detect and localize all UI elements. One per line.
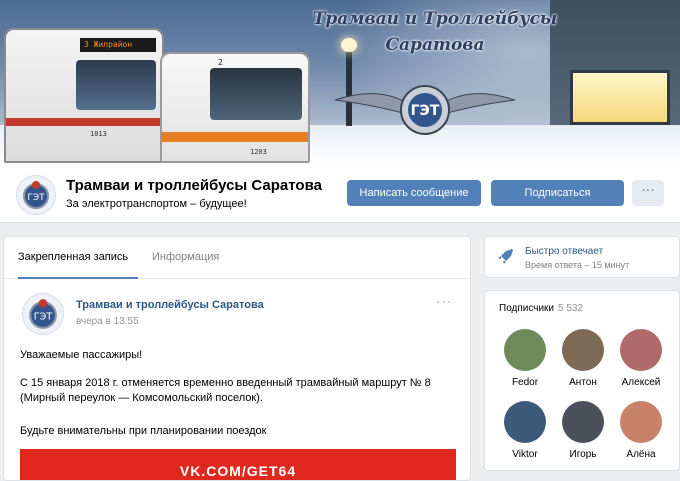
banner-title-line1: Трамваи и Троллейбусы xyxy=(312,9,558,29)
wall-tabs: Закрепленная запись Информация xyxy=(4,237,470,279)
subscribers-label: Подписчики xyxy=(499,303,555,314)
quick-reply-card: Быстро отвечает Время ответа – 15 минут xyxy=(484,236,680,278)
group-name: Трамваи и троллейбусы Саратова xyxy=(66,177,322,194)
trolley-windshield xyxy=(210,68,302,120)
trolley-stripe xyxy=(162,132,308,142)
svg-text:ГЭТ: ГЭТ xyxy=(34,311,53,322)
avatar xyxy=(562,401,604,443)
emblem-wings-icon: ГЭТ xyxy=(334,85,516,135)
group-status: За электротранспортом – будущее! xyxy=(66,198,247,210)
post-body: С 15 января 2018 г. отменяется временно … xyxy=(20,377,431,404)
subscriber[interactable]: Viktor xyxy=(495,401,555,460)
subscribe-button[interactable]: Подписаться xyxy=(491,180,624,206)
tram-windshield xyxy=(76,60,156,110)
avatar xyxy=(504,329,546,371)
trolley-number: 1203 xyxy=(250,148,267,156)
group-logo[interactable]: ГЭТ xyxy=(16,175,56,215)
subscriber[interactable]: Антон xyxy=(553,329,613,388)
more-actions-button[interactable]: ··· xyxy=(632,180,664,206)
tram-number: 1013 xyxy=(90,130,107,138)
svg-text:ГЭТ: ГЭТ xyxy=(27,193,45,203)
post-more-icon[interactable]: ··· xyxy=(436,295,452,311)
avatar xyxy=(504,401,546,443)
tram-stripe xyxy=(6,118,162,126)
post-greeting: Уважаемые пассажиры! xyxy=(20,349,143,361)
tab-info[interactable]: Информация xyxy=(152,251,219,263)
avatar xyxy=(620,329,662,371)
subscriber-name: Антон xyxy=(569,377,597,388)
quick-reply-title: Быстро отвечает xyxy=(525,246,604,257)
banner-title-line2: Саратова xyxy=(385,35,485,55)
quick-reply-subtitle: Время ответа – 15 минут xyxy=(525,260,630,270)
tram-route-sign: 3 Жилрайон xyxy=(80,38,156,52)
shop-window xyxy=(570,70,670,125)
post-image-banner[interactable]: VK.COM/GET64 xyxy=(20,449,456,480)
tram-image: 3 Жилрайон 1013 xyxy=(4,28,164,163)
trolleybus-image: 2 1203 xyxy=(160,52,310,163)
svg-text:ГЭТ: ГЭТ xyxy=(411,103,440,119)
subscriber-name: Алёна xyxy=(626,449,656,460)
post-note: Будьте внимательны при планировании поез… xyxy=(20,425,267,437)
banner-title: Трамваи и Троллейбусы Саратова xyxy=(300,6,570,58)
wall-card: Закрепленная запись Информация ГЭТ Трамв… xyxy=(3,236,471,481)
subscriber[interactable]: Fedor xyxy=(495,329,555,388)
subscriber-name: Fedor xyxy=(511,377,539,388)
avatar xyxy=(620,401,662,443)
subscriber[interactable]: Алёна xyxy=(611,401,671,460)
post-author-link[interactable]: Трамваи и троллейбусы Саратова xyxy=(76,299,264,311)
subscribers-count: 5 532 xyxy=(558,303,584,314)
subscriber[interactable]: Игорь xyxy=(553,401,613,460)
emblem-icon: ГЭТ xyxy=(29,299,57,329)
emblem-icon: ГЭТ xyxy=(23,181,49,209)
active-tab-indicator xyxy=(18,277,138,279)
subscribers-title[interactable]: Подписчики 5 532 xyxy=(499,303,583,314)
post-date[interactable]: вчера в 13:55 xyxy=(76,316,139,327)
write-message-button[interactable]: Написать сообщение xyxy=(347,180,481,206)
subscriber-name: Алексей xyxy=(621,377,661,388)
subscriber[interactable]: Алексей xyxy=(611,329,671,388)
tab-pinned-post[interactable]: Закрепленная запись xyxy=(18,251,128,263)
cover-banner: 3 Жилрайон 1013 2 1203 Трамваи и Троллей… xyxy=(0,0,680,163)
rocket-icon xyxy=(498,249,513,264)
post-avatar[interactable]: ГЭТ xyxy=(22,293,64,335)
trolley-route-sign: 2 xyxy=(218,58,223,67)
subscriber-name: Viktor xyxy=(512,449,538,460)
subscribers-card: Подписчики 5 532 Fedor Антон Алексей Vikt… xyxy=(484,290,680,471)
subscriber-name: Игорь xyxy=(569,449,597,460)
avatar xyxy=(562,329,604,371)
